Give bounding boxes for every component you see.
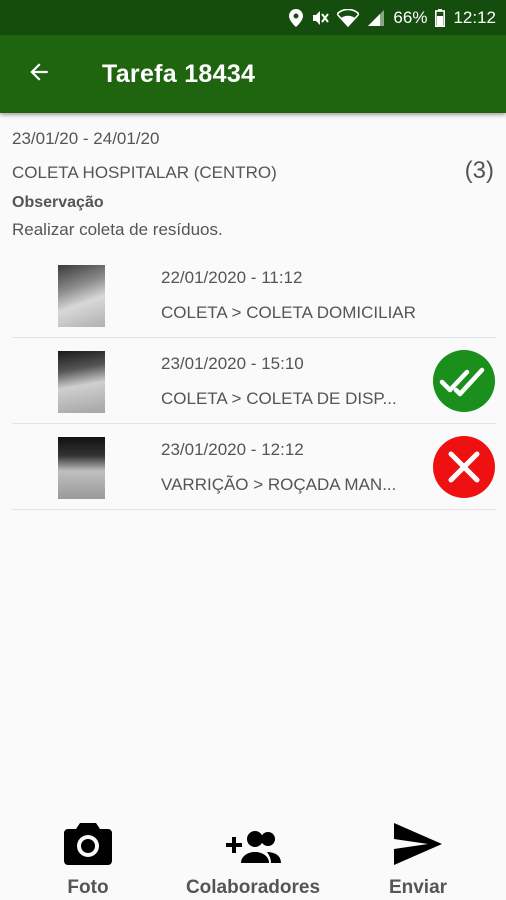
error-x-icon [433, 436, 495, 498]
battery-percentage: 66% [393, 7, 428, 27]
photo-thumbnail[interactable] [58, 265, 105, 327]
task-group: COLETA HOSPITALAR (CENTRO) [12, 163, 277, 182]
collaborators-label: Colaboradores [185, 877, 321, 898]
photo-label: Foto [67, 877, 109, 898]
back-button[interactable] [0, 35, 78, 113]
list-item[interactable]: 22/01/2020 - 11:12 COLETA > COLETA DOMIC… [12, 252, 496, 338]
send-label: Enviar [388, 877, 448, 898]
signal-icon [367, 9, 385, 27]
battery-icon [435, 8, 446, 27]
double-check-icon [433, 350, 495, 412]
observation-label: Observação [12, 194, 104, 211]
bottom-action-bar: Foto Colaboradores Enviar [0, 810, 506, 900]
item-datetime: 23/01/2020 - 15:10 [161, 354, 304, 373]
item-description: COLETA > COLETA DOMICILIAR [161, 303, 416, 322]
wifi-icon [337, 8, 360, 27]
status-bar: 66% 12:12 [0, 0, 506, 35]
task-dates: 23/01/20 - 24/01/20 [12, 129, 160, 148]
clock: 12:12 [453, 7, 496, 27]
arrow-back-icon [26, 59, 52, 90]
list-item[interactable]: 23/01/2020 - 15:10 COLETA > COLETA DE DI… [12, 338, 496, 424]
send-icon [394, 823, 442, 865]
item-list: 22/01/2020 - 11:12 COLETA > COLETA DOMIC… [12, 252, 496, 510]
page-title: Tarefa 18434 [102, 59, 256, 88]
list-item[interactable]: 23/01/2020 - 12:12 VARRIÇÃO > ROÇADA MAN… [12, 424, 496, 510]
item-count: (3) [464, 157, 494, 184]
add-group-icon [226, 831, 281, 863]
item-description: COLETA > COLETA DE DISP... [161, 389, 397, 408]
mute-icon [311, 9, 330, 27]
send-button[interactable]: Enviar [378, 810, 458, 900]
item-datetime: 22/01/2020 - 11:12 [161, 268, 303, 287]
item-datetime: 23/01/2020 - 12:12 [161, 440, 304, 459]
observation-text: Realizar coleta de resíduos. [12, 220, 223, 239]
photo-thumbnail[interactable] [58, 437, 105, 499]
camera-icon [64, 823, 112, 865]
location-icon [289, 8, 304, 27]
app-bar: Tarefa 18434 [0, 35, 506, 113]
photo-thumbnail[interactable] [58, 351, 105, 413]
photo-button[interactable]: Foto [50, 810, 126, 900]
collaborators-button[interactable]: Colaboradores [173, 810, 333, 900]
item-description: VARRIÇÃO > ROÇADA MAN... [161, 475, 397, 494]
